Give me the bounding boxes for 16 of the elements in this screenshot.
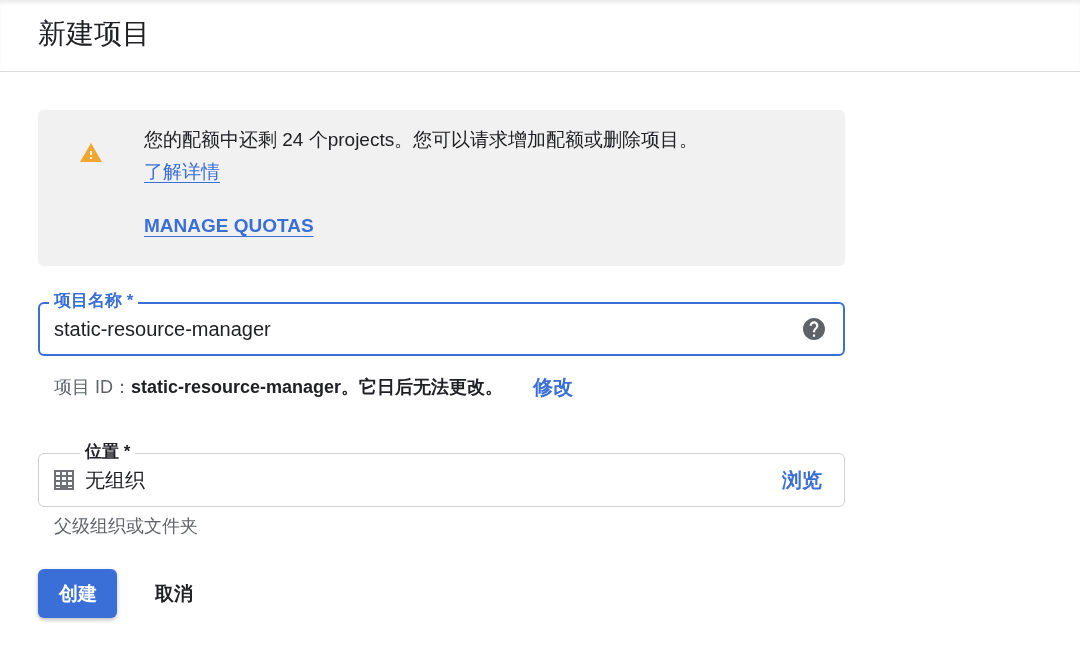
field-label: 位置 * bbox=[80, 442, 136, 462]
building-icon bbox=[54, 470, 74, 490]
field-label: 项目名称 * bbox=[49, 291, 139, 311]
warning-icon bbox=[80, 143, 102, 162]
help-icon[interactable] bbox=[803, 318, 825, 340]
location-value: 无组织 bbox=[85, 468, 146, 493]
manage-quotas-link[interactable]: MANAGE QUOTAS bbox=[144, 210, 314, 242]
create-button[interactable]: 创建 bbox=[38, 569, 117, 618]
edit-link[interactable]: 修改 bbox=[533, 374, 574, 400]
learn-more-link[interactable]: 了解详情 bbox=[144, 161, 220, 182]
cancel-button[interactable]: 取消 bbox=[139, 569, 209, 618]
browse-button[interactable]: 浏览 bbox=[782, 466, 822, 494]
field-hint: 项目 ID：static-resource-manager。它日后无法更改。 bbox=[54, 376, 504, 399]
page-title: 新建项目 bbox=[38, 16, 150, 51]
quota-message: 您的配额中还剩 24 个projects。您可以请求增加配额或删除项目。 了解详情 bbox=[144, 128, 700, 184]
field-hint: 父级组织或文件夹 bbox=[54, 515, 198, 538]
